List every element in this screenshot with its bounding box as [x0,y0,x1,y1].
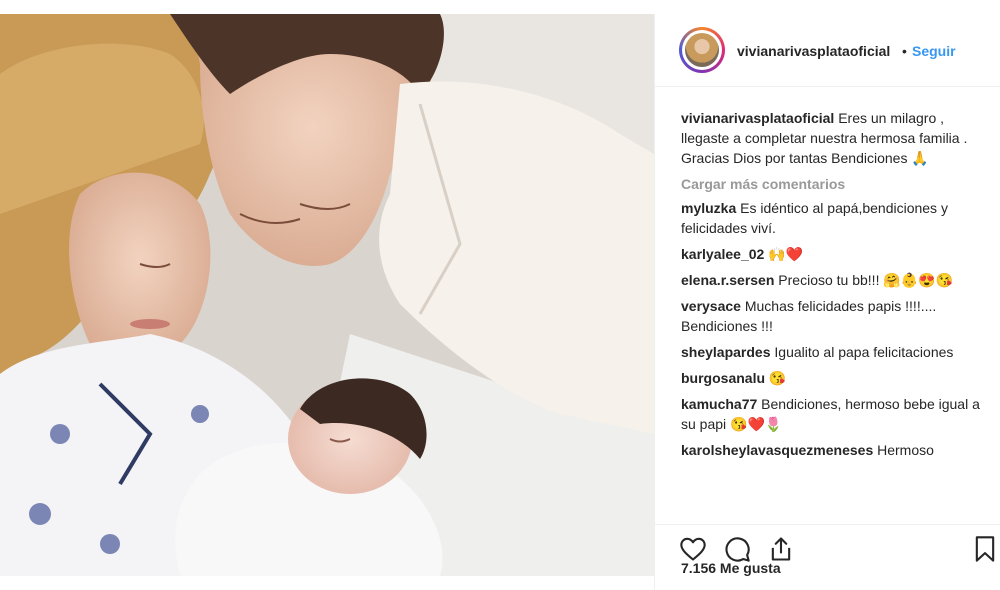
likes-count[interactable]: 7.156 Me gusta [681,560,781,576]
post-header: vivianarivasplataoficial • Seguir [655,14,1000,87]
comment-text: 😘 [768,370,787,386]
list-item: sheylapardes Igualito al papa felicitaci… [681,342,987,362]
share-icon[interactable] [767,535,795,563]
post-side-panel: vivianarivasplataoficial • Seguir vivian… [654,14,1000,590]
avatar-image [685,33,719,67]
comment-text: Precioso tu bb!!! 🤗👶😍😘 [778,272,954,288]
comment-text: Igualito al papa felicitaciones [774,344,954,360]
separator-dot: • [902,43,907,59]
list-item: karlyalee_02 🙌❤️ [681,244,987,264]
comment-username[interactable]: karlyalee_02 [681,246,764,262]
comment-username[interactable]: elena.r.sersen [681,272,774,288]
comment-username[interactable]: kamucha77 [681,396,757,412]
comment-username[interactable]: karolsheylavasquezmeneses [681,442,873,458]
family-photo-illustration [0,14,654,576]
bookmark-icon[interactable] [971,535,999,563]
comment-text: 🙌❤️ [768,246,804,262]
list-item: verysace Muchas felicidades papis !!!!..… [681,296,987,336]
follow-button[interactable]: Seguir [912,43,956,59]
comment-username[interactable]: verysace [681,298,741,314]
comment-username[interactable]: burgosanalu [681,370,765,386]
post-photo[interactable] [0,14,654,576]
post-caption: vivianarivasplataoficial Eres un milagro… [681,108,987,168]
list-item: kamucha77 Bendiciones, hermoso bebe igua… [681,394,987,434]
avatar[interactable] [679,27,725,73]
comment-username[interactable]: myluzka [681,200,736,216]
comment-username[interactable]: sheylapardes [681,344,771,360]
comment-icon[interactable] [723,535,751,563]
username-link[interactable]: vivianarivasplataoficial [737,43,890,59]
load-more-comments-button[interactable]: Cargar más comentarios [681,174,987,194]
list-item: myluzka Es idéntico al papá,bendiciones … [681,198,987,238]
caption-username[interactable]: vivianarivasplataoficial [681,110,834,126]
heart-icon[interactable] [679,535,707,563]
comment-text: Hermoso [877,442,934,458]
comments-list: vivianarivasplataoficial Eres un milagro… [681,108,987,466]
list-item: karolsheylavasquezmeneses Hermoso [681,440,987,460]
list-item: elena.r.sersen Precioso tu bb!!! 🤗👶😍😘 [681,270,987,290]
list-item: burgosanalu 😘 [681,368,987,388]
